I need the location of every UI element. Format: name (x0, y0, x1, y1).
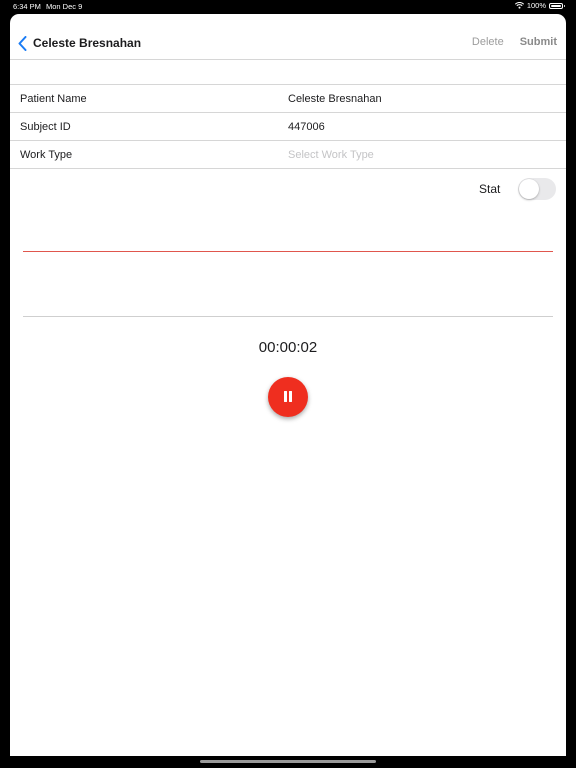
navigation-bar: Celeste Bresnahan Delete Submit (10, 14, 566, 60)
work-type-label: Work Type (20, 149, 73, 161)
dictation-sheet: Celeste Bresnahan Delete Submit Patient … (10, 14, 566, 756)
nav-actions: Delete Submit (472, 36, 557, 48)
waveform-divider (23, 316, 553, 317)
status-date: Mon Dec 9 (46, 2, 83, 11)
home-indicator[interactable] (200, 760, 376, 763)
status-indicators: 100% (514, 1, 565, 10)
wifi-icon (514, 2, 524, 9)
stat-toggle-knob (519, 179, 539, 199)
patient-form: Patient Name Celeste Bresnahan Subject I… (10, 85, 566, 169)
subject-id-label: Subject ID (20, 121, 71, 133)
delete-button[interactable]: Delete (472, 36, 504, 48)
work-type-picker[interactable]: Select Work Type (288, 149, 374, 161)
stat-toggle[interactable] (518, 178, 556, 200)
stat-row: Stat (10, 178, 566, 202)
status-bar: 6:34 PM Mon Dec 9 100% (0, 0, 576, 14)
battery-icon (549, 2, 565, 9)
recording-timer: 00:00:02 (258, 339, 318, 356)
chevron-left-icon (18, 35, 27, 51)
work-type-row[interactable]: Work Type Select Work Type (10, 141, 566, 169)
patient-name-value: Celeste Bresnahan (288, 93, 382, 105)
audio-waveform (23, 251, 553, 252)
subject-id-row[interactable]: Subject ID 447006 (10, 113, 566, 141)
pause-icon (283, 391, 293, 403)
patient-name-label: Patient Name (20, 93, 87, 105)
patient-name-row[interactable]: Patient Name Celeste Bresnahan (10, 85, 566, 113)
status-time: 6:34 PM (13, 2, 41, 11)
section-spacer (10, 60, 566, 85)
battery-percentage: 100% (526, 1, 546, 10)
stat-label: Stat (479, 182, 501, 196)
submit-button[interactable]: Submit (520, 36, 557, 48)
pause-button[interactable] (268, 377, 308, 417)
page-title: Celeste Bresnahan (33, 36, 142, 50)
subject-id-value: 447006 (288, 121, 325, 133)
screen: 6:34 PM Mon Dec 9 100% Celeste Bresnahan… (0, 0, 576, 768)
back-button[interactable]: Celeste Bresnahan (18, 34, 141, 52)
